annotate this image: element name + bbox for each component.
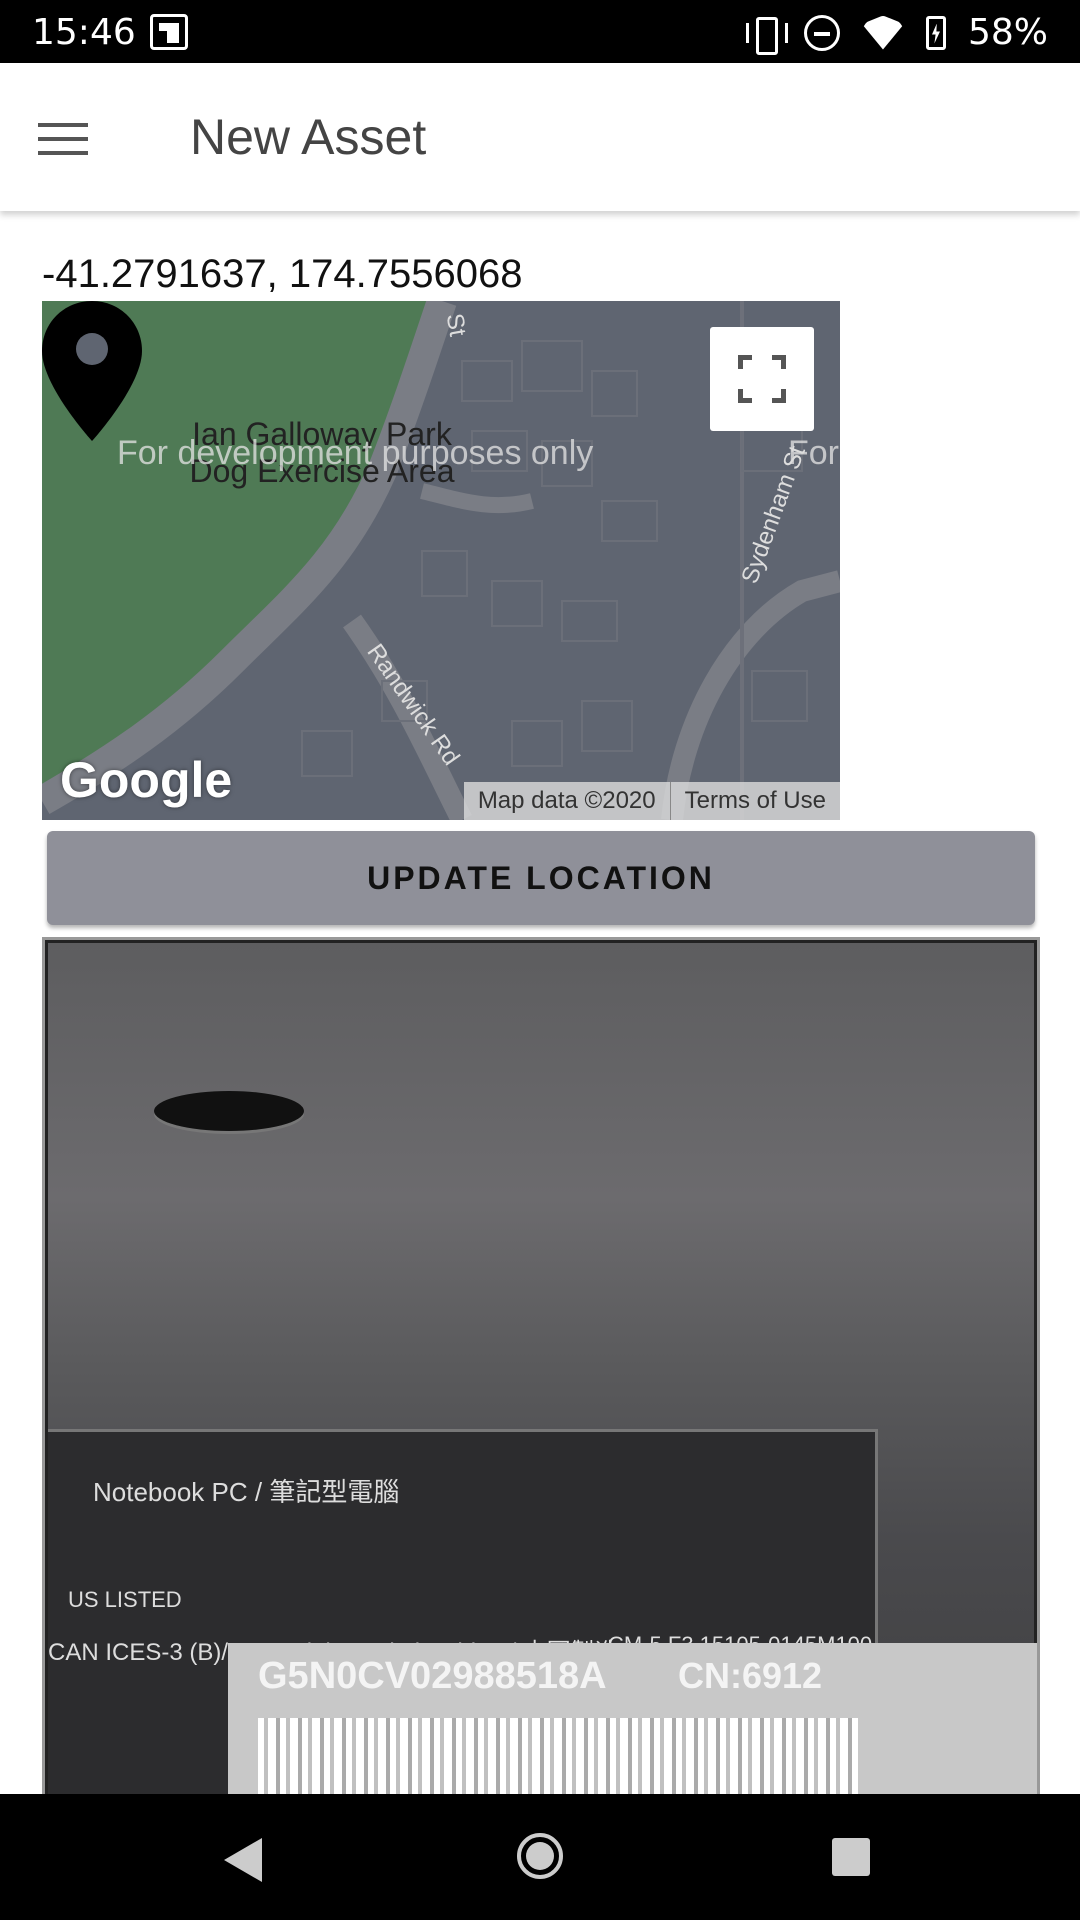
do-not-disturb-icon bbox=[803, 14, 840, 51]
home-icon[interactable] bbox=[517, 1833, 563, 1879]
status-icons: 58% bbox=[745, 12, 1048, 55]
google-logo: Google bbox=[60, 752, 233, 808]
map-dev-watermark: For development purposes only bbox=[117, 434, 594, 472]
location-pin-icon[interactable] bbox=[42, 301, 142, 441]
terms-of-use-link[interactable]: Terms of Use bbox=[671, 787, 840, 815]
street-label: St bbox=[440, 311, 472, 339]
asset-photo[interactable]: Notebook PC / 筆記型電腦 US LISTED CAN ICES-3… bbox=[42, 937, 1040, 1797]
navigation-bar bbox=[0, 1794, 1080, 1920]
menu-icon[interactable] bbox=[38, 109, 108, 169]
coordinates-text: -41.2791637, 174.7556068 bbox=[42, 252, 523, 296]
photo-content: Notebook PC / 筆記型電腦 US LISTED CAN ICES-3… bbox=[48, 943, 1037, 1794]
page-title: New Asset bbox=[190, 109, 427, 165]
battery-percent: 58% bbox=[967, 12, 1048, 53]
fullscreen-button[interactable] bbox=[710, 327, 814, 431]
vibrate-icon bbox=[745, 15, 788, 55]
translate-icon bbox=[150, 14, 188, 50]
back-icon[interactable] bbox=[224, 1838, 262, 1882]
map-attribution: Map data ©2020 Terms of Use bbox=[463, 782, 840, 820]
status-bar: 15:46 58% bbox=[0, 0, 1080, 63]
map-data-attribution: Map data ©2020 bbox=[477, 787, 656, 814]
battery-charging-icon bbox=[925, 15, 946, 50]
status-time: 15:46 bbox=[32, 12, 136, 53]
wifi-icon bbox=[861, 15, 904, 50]
update-location-button[interactable]: UPDATE LOCATION bbox=[47, 831, 1035, 925]
map-view[interactable]: Ian Galloway Park Dog Exercise Area For … bbox=[42, 301, 840, 820]
recents-icon[interactable] bbox=[832, 1838, 870, 1876]
app-bar: New Asset bbox=[0, 63, 1080, 211]
